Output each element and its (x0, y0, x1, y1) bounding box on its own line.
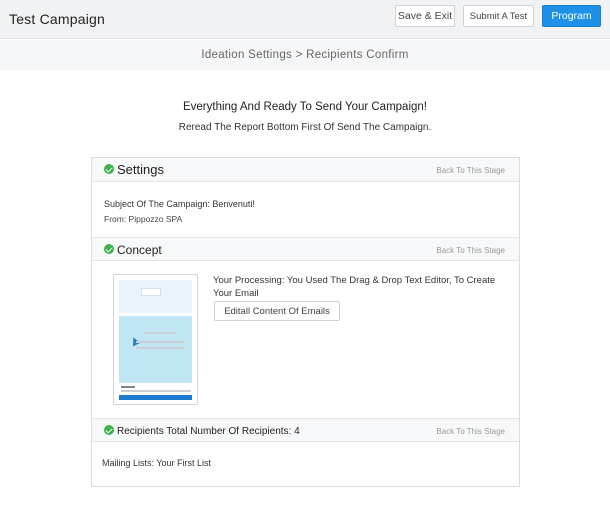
settings-back-link[interactable]: Back To This Stage (436, 166, 505, 175)
settings-section-header: Settings Back To This Stage (92, 158, 519, 182)
preview-header-block (119, 280, 192, 313)
summary-card: Settings Back To This Stage Subject Of T… (91, 157, 520, 487)
preview-hero-block (119, 316, 192, 383)
preview-text-line (136, 341, 184, 343)
preview-logo (141, 288, 161, 296)
edit-email-content-button[interactable]: Editall Content Of Emails (214, 301, 340, 321)
preview-text-line (136, 347, 184, 349)
check-circle-icon (104, 164, 114, 174)
processing-description: Your Processing: You Used The Drag & Dro… (213, 275, 496, 299)
recipients-section-header: Recipients Total Number Of Recipients: 4… (92, 418, 519, 442)
recipients-back-link[interactable]: Back To This Stage (436, 427, 505, 436)
concept-section-header: Concept Back To This Stage (92, 237, 519, 261)
settings-title: Settings (117, 162, 164, 177)
email-preview-thumbnail[interactable] (113, 274, 198, 405)
check-circle-icon (104, 425, 114, 435)
confirm-headline: Everything And Ready To Send Your Campai… (182, 101, 427, 113)
preview-cta-bar (119, 395, 192, 400)
preview-text-line (121, 390, 191, 392)
campaign-subject: Subject Of The Campaign: Benvenuti! (104, 199, 255, 209)
concept-title: Concept (117, 243, 162, 257)
breadcrumb: Ideation Settings > Recipients Confirm (0, 40, 610, 70)
save-exit-button[interactable]: Save & Exit (395, 5, 455, 27)
mailing-lists: Mailing Lists: Your First List (102, 458, 212, 468)
submit-test-button[interactable]: Submit A Test (463, 5, 534, 27)
concept-back-link[interactable]: Back To This Stage (436, 246, 505, 255)
confirm-subline: Reread The Report Bottom First Of Send T… (178, 122, 432, 133)
preview-text-line (121, 386, 135, 388)
check-circle-icon (104, 244, 114, 254)
campaign-sender: From: Pippozzo SPA (104, 214, 183, 224)
program-button[interactable]: Program (542, 5, 601, 27)
preview-text-line (144, 332, 176, 334)
breadcrumb-text: Ideation Settings > Recipients Confirm (201, 49, 409, 61)
campaign-title: Test Campaign (9, 11, 105, 27)
recipients-title: Recipients Total Number Of Recipients: 4 (117, 426, 300, 437)
top-bar: Test Campaign Save & Exit Submit A Test … (0, 0, 610, 39)
